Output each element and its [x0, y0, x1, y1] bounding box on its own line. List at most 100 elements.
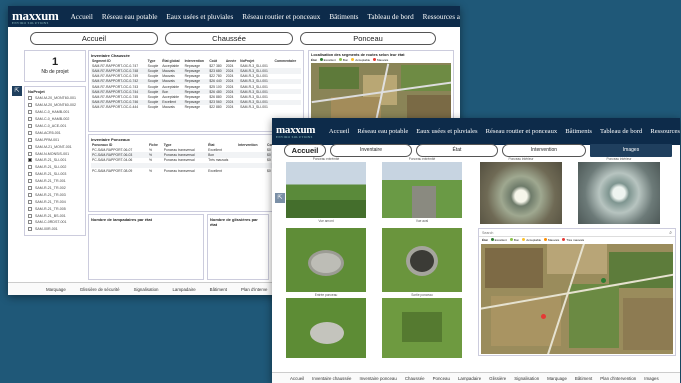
project-checkbox-item[interactable]: SAM-R-21_BS-001 — [28, 212, 82, 219]
caption-4: Sortie ponceau — [411, 293, 433, 297]
project-checkbox-item[interactable]: SAM-ACR5-001 — [28, 129, 82, 136]
ponceau-button[interactable]: Ponceau — [300, 32, 436, 45]
search-icon[interactable]: ⌕ — [669, 230, 672, 236]
nav-ressources[interactable]: Ressources a — [423, 13, 460, 21]
intervention-button[interactable]: Intervention — [502, 144, 586, 157]
tab-chaussee[interactable]: Chaussée — [405, 376, 425, 381]
legend-swatch — [522, 238, 526, 241]
table-row[interactable]: PC-SAM-RAPPORT-08-09% Ponceau transversal… — [91, 168, 301, 173]
tab-batiment[interactable]: Bâtiment — [210, 287, 227, 292]
photo-culvert-inlet[interactable] — [286, 228, 366, 292]
aerial-map[interactable] — [481, 244, 673, 354]
map-search-input[interactable] — [482, 229, 562, 236]
tab-ponceau[interactable]: Ponceau — [433, 376, 450, 381]
checkbox[interactable] — [28, 144, 32, 149]
nav-batiments[interactable]: Bâtiments — [565, 128, 592, 135]
photo-tunnel-1[interactable] — [480, 162, 562, 224]
tab-plan-intervention[interactable]: Plan d'intervention — [600, 376, 636, 381]
project-checkbox-item[interactable]: SAM-R-21_TR-003 — [28, 191, 82, 198]
nav-accueil[interactable]: Accueil — [71, 13, 93, 21]
nav-eau-potable[interactable]: Réseau eau potable — [102, 13, 157, 21]
checkbox[interactable] — [28, 206, 32, 211]
checkbox[interactable] — [28, 165, 32, 170]
checkbox[interactable] — [28, 110, 32, 115]
checkbox[interactable] — [28, 124, 32, 128]
tab-accueil[interactable]: Accueil — [290, 376, 304, 381]
photo-ditch-downstream[interactable] — [382, 298, 462, 358]
nav-reseau-routier[interactable]: Réseau routier et ponceaux — [242, 13, 320, 21]
project-checkbox-item[interactable]: SAM-C-0_HAMB-002 — [28, 116, 82, 123]
photo-culvert-upstream[interactable] — [286, 162, 366, 218]
checkbox[interactable] — [28, 117, 32, 122]
project-checkbox-item[interactable]: SAM-R-21_TR-001 — [28, 178, 82, 185]
aerial-map[interactable] — [311, 63, 451, 123]
tab-signalisation[interactable]: Signalisation — [134, 287, 159, 292]
tab-lampadaire[interactable]: Lampadaire — [458, 376, 481, 381]
project-checkbox-item[interactable]: SAM-R-21_TR-002 — [28, 185, 82, 192]
tab-marquage[interactable]: Marquage — [46, 287, 66, 292]
project-checkbox-item[interactable]: SAM-M-20_MONT60-002 — [28, 102, 82, 109]
nav-eau-potable[interactable]: Réseau eau potable — [357, 128, 408, 135]
checkbox[interactable] — [28, 96, 32, 101]
images-button[interactable]: Images — [590, 144, 672, 157]
checkbox[interactable] — [28, 130, 32, 135]
checkbox[interactable] — [28, 192, 32, 197]
filter-pane-icon[interactable]: ⇱ — [12, 86, 22, 96]
tab-plan-intervention[interactable]: Plan d'interve — [241, 287, 267, 292]
etat-button[interactable]: État — [416, 144, 498, 157]
nav-tableau-de-bord[interactable]: Tableau de bord — [600, 128, 642, 135]
nav-reseau-routier[interactable]: Réseau routier et ponceaux — [486, 128, 558, 135]
project-checkbox-item[interactable]: SAM-C-0_ACE-001 — [28, 123, 82, 130]
checkbox[interactable] — [28, 179, 32, 184]
photo-culvert-downstream[interactable] — [382, 162, 462, 218]
project-checkbox-item[interactable]: SAM-R-21_TR-005 — [28, 205, 82, 212]
checkbox[interactable] — [28, 172, 32, 177]
tab-images[interactable]: Images — [644, 376, 658, 381]
tab-inventaire-chaussee[interactable]: Inventaire chaussée — [312, 376, 351, 381]
accueil-button[interactable]: Accueil — [284, 144, 326, 157]
photo-ditch-upstream[interactable] — [286, 298, 366, 358]
nav-ressources[interactable]: Ressources — [650, 128, 680, 135]
project-checkbox-item[interactable]: SAM-M-20_MONT60-001 — [28, 95, 82, 102]
tab-marquage[interactable]: Marquage — [547, 376, 567, 381]
project-checkbox-item[interactable]: SAM-C-0RDST-001 — [28, 219, 82, 226]
checkbox[interactable] — [28, 103, 32, 108]
nav-eaux-usees[interactable]: Eaux usées et pluviales — [416, 128, 477, 135]
project-checkbox-item[interactable]: SAM-R-21_TR-004 — [28, 198, 82, 205]
project-checkbox-item[interactable]: SAM-C-0_HAMB-001 — [28, 109, 82, 116]
project-checkbox-item[interactable]: SAM-R-21_SLI-003 — [28, 171, 82, 178]
checkbox[interactable] — [28, 151, 32, 156]
project-checkbox-item[interactable]: SAM-R-21_SLI-002 — [28, 164, 82, 171]
tab-glissiere[interactable]: Glissière de sécurité — [80, 287, 120, 292]
checkbox[interactable] — [28, 220, 32, 225]
checkbox[interactable] — [28, 227, 32, 232]
chaussee-button[interactable]: Chaussée — [165, 32, 293, 45]
accueil-button[interactable]: Accueil — [30, 32, 158, 45]
checkbox[interactable] — [28, 158, 32, 163]
project-checkbox-item[interactable]: SAM-00R-001 — [28, 226, 82, 233]
nav-tableau-de-bord[interactable]: Tableau de bord — [367, 13, 413, 21]
checkbox[interactable] — [28, 137, 32, 142]
tab-batiment[interactable]: Bâtiment — [575, 376, 592, 381]
legend-item: Bon — [338, 58, 348, 62]
nav-accueil[interactable]: Accueil — [329, 128, 350, 135]
tab-inventaire-ponceau[interactable]: Inventaire ponceau — [359, 376, 396, 381]
project-label: SAM-M-21_MONT-001 — [35, 144, 72, 149]
project-checkbox-item[interactable]: SAM-M-21_MONT-001 — [28, 143, 82, 150]
nav-eaux-usees[interactable]: Eaux usées et pluviales — [166, 13, 233, 21]
checkbox[interactable] — [28, 213, 32, 218]
filter-pane-icon[interactable]: ⇱ — [275, 193, 285, 203]
checkbox[interactable] — [28, 199, 32, 204]
photo-culvert-outlet[interactable] — [382, 228, 462, 292]
tab-glissiere[interactable]: Glissière — [489, 376, 506, 381]
inventaire-button[interactable]: Inventaire — [330, 144, 412, 157]
nav-batiments[interactable]: Bâtiments — [329, 13, 358, 21]
project-checkbox-item[interactable]: SAM-N-MONSIS-001 — [28, 150, 82, 157]
project-checkbox-item[interactable]: SAM-PRM-001 — [28, 136, 82, 143]
checkbox[interactable] — [28, 186, 32, 191]
tab-lampadaire[interactable]: Lampadaire — [172, 287, 195, 292]
table-row[interactable]: SAM-R7-RAPPORT-OC-0-444 Souple Mauvais Repa… — [91, 105, 301, 110]
project-checkbox-item[interactable]: SAM-R-21_SLI-001 — [28, 157, 82, 164]
photo-tunnel-2[interactable] — [578, 162, 660, 224]
tab-signalisation[interactable]: Signalisation — [514, 376, 539, 381]
